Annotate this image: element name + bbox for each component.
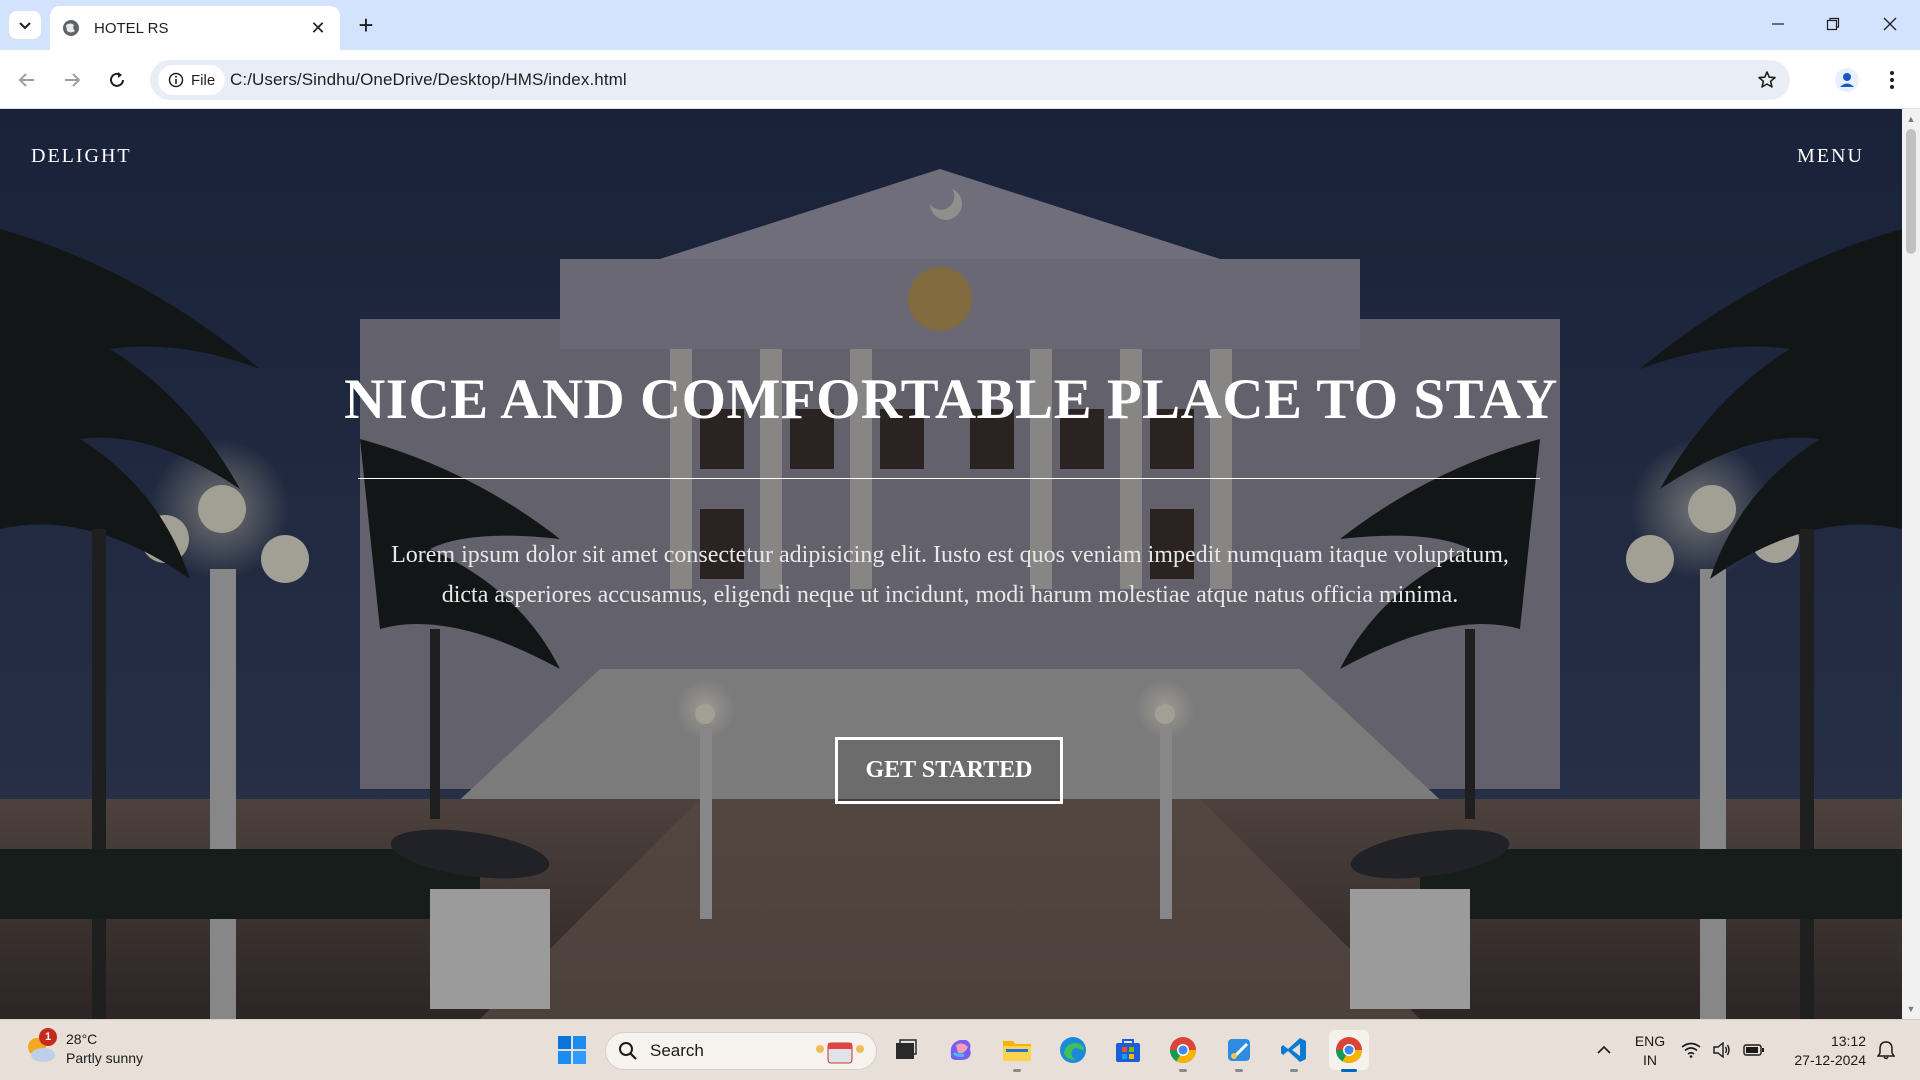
url-text[interactable]: C:/Users/Sindhu/OneDrive/Desktop/HMS/ind… <box>230 70 627 90</box>
file-explorer-icon[interactable] <box>997 1030 1037 1072</box>
weather-temperature: 28°C <box>66 1031 98 1047</box>
info-icon <box>168 72 184 88</box>
restore-icon[interactable] <box>1813 8 1853 40</box>
scroll-down-arrow-icon[interactable]: ▼ <box>1902 1001 1920 1017</box>
site-chip-label: File <box>191 71 216 89</box>
copilot-icon[interactable] <box>941 1030 981 1070</box>
hero-description: Lorem ipsum dolor sit amet consectetur a… <box>391 542 1509 608</box>
profile-avatar-icon[interactable] <box>1831 64 1863 96</box>
task-view-icon[interactable] <box>886 1030 926 1070</box>
browser-tab-active[interactable]: HOTEL RS ✕ <box>50 6 340 50</box>
reload-icon[interactable] <box>101 64 133 96</box>
running-indicator <box>1290 1069 1298 1072</box>
hero-title: NICE AND COMFORTABLE PLACE TO STAY <box>344 368 1558 431</box>
menu-link[interactable]: MENU <box>1797 145 1864 168</box>
notification-bell-icon[interactable] <box>1872 1030 1900 1070</box>
partly-sunny-icon: 1 <box>24 1028 58 1066</box>
weather-alert-badge: 1 <box>39 1028 57 1046</box>
page-viewport: DELIGHT MENU NICE AND COMFORTABLE PLACE … <box>0 109 1902 1019</box>
browser-tab-strip: HOTEL RS ✕ + <box>0 0 1920 50</box>
site-info-chip[interactable]: File <box>158 65 226 95</box>
region-code: IN <box>1643 1052 1657 1068</box>
system-status-group[interactable] <box>1675 1030 1771 1070</box>
show-hidden-icons-chevron-icon[interactable] <box>1584 1030 1624 1070</box>
wifi-icon <box>1681 1042 1701 1058</box>
calendar-highlight-icon <box>816 1042 864 1064</box>
clock-date: 27-12-2024 <box>1794 1052 1866 1068</box>
language-indicator[interactable]: ENG IN <box>1630 1032 1670 1070</box>
language-code: ENG <box>1634 1033 1666 1049</box>
windows-start-icon[interactable] <box>552 1030 592 1070</box>
running-indicator <box>1235 1069 1243 1072</box>
back-arrow-icon[interactable] <box>11 64 43 96</box>
close-window-icon[interactable] <box>1870 8 1910 40</box>
bookmark-star-icon[interactable] <box>1754 67 1780 93</box>
running-indicator <box>1013 1069 1021 1072</box>
windows-taskbar: 1 28°C Partly sunny Search ENG IN 13:12 … <box>0 1019 1920 1080</box>
chrome-active-icon[interactable] <box>1329 1030 1369 1072</box>
clock[interactable]: 13:12 27-12-2024 <box>1780 1032 1866 1070</box>
active-indicator <box>1341 1069 1357 1072</box>
edge-browser-icon[interactable] <box>1053 1030 1093 1070</box>
clock-time: 13:12 <box>1830 1033 1866 1049</box>
running-indicator <box>1179 1069 1187 1072</box>
tab-title: HOTEL RS <box>94 19 169 37</box>
tab-search-button[interactable] <box>9 11 41 39</box>
address-bar[interactable]: File C:/Users/Sindhu/OneDrive/Desktop/HM… <box>150 60 1790 100</box>
get-started-button[interactable]: GET STARTED <box>835 737 1063 804</box>
search-placeholder: Search <box>650 1041 704 1060</box>
microsoft-store-icon[interactable] <box>1108 1030 1148 1070</box>
new-tab-plus-icon[interactable]: + <box>352 11 380 39</box>
scrollbar-thumb[interactable] <box>1906 129 1916 254</box>
chevron-down-icon <box>19 22 31 30</box>
chrome-icon[interactable] <box>1163 1030 1203 1072</box>
more-options-icon[interactable] <box>1878 64 1906 96</box>
scroll-up-arrow-icon[interactable]: ▲ <box>1902 111 1920 127</box>
tab-close-icon[interactable]: ✕ <box>306 16 330 40</box>
hero-divider <box>358 478 1540 479</box>
site-brand-logo[interactable]: DELIGHT <box>31 145 132 168</box>
taskbar-search-box[interactable]: Search <box>605 1032 877 1070</box>
search-icon <box>619 1042 637 1060</box>
battery-icon <box>1743 1044 1764 1056</box>
page-scrollbar[interactable]: ▲ ▼ <box>1902 109 1920 1019</box>
vscode-icon[interactable] <box>1274 1030 1314 1072</box>
weather-description: Partly sunny <box>66 1050 144 1066</box>
globe-icon <box>62 19 80 37</box>
paint-app-icon[interactable] <box>1219 1030 1259 1072</box>
minimize-icon[interactable] <box>1758 8 1798 40</box>
volume-icon <box>1713 1042 1730 1058</box>
weather-widget[interactable]: 1 28°C Partly sunny <box>24 1028 144 1068</box>
forward-arrow-icon[interactable] <box>56 64 88 96</box>
